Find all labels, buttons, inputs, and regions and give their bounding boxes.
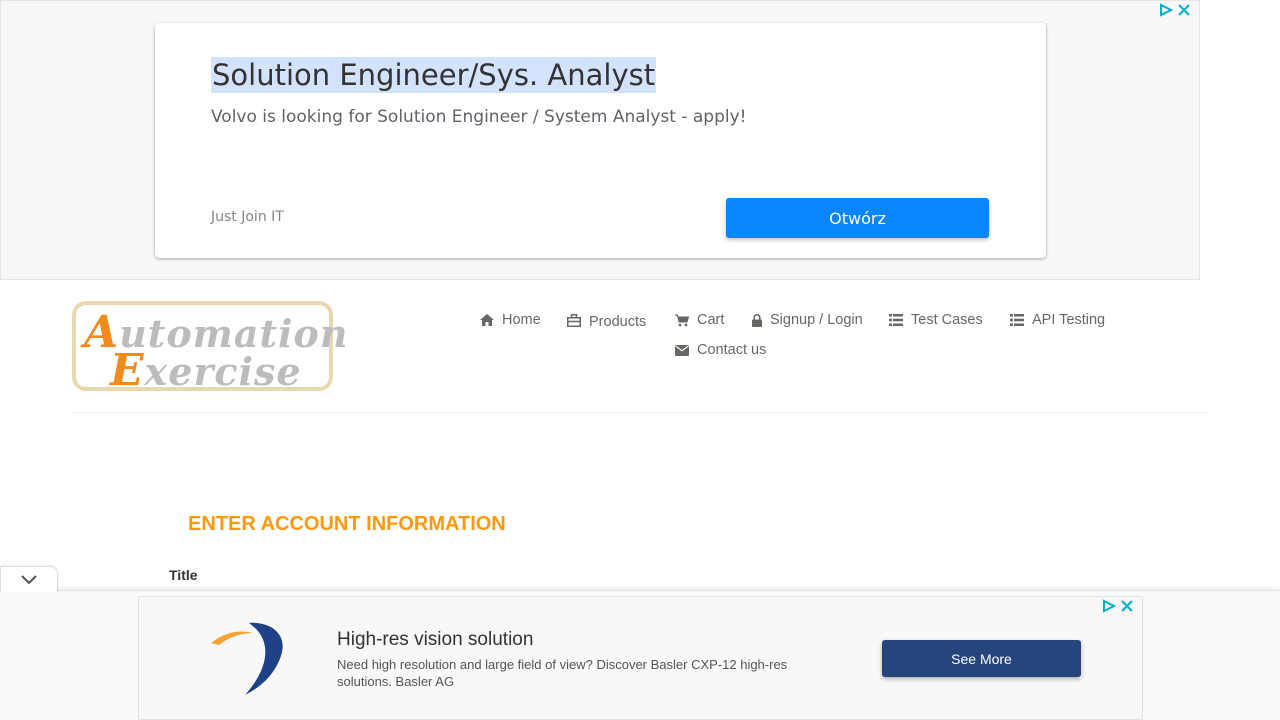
nav-home[interactable]: Home (480, 312, 541, 328)
nav-contact-us-label: Contact us (697, 342, 767, 358)
nav-products-label: Products (589, 314, 647, 330)
adchoices-play-icon[interactable] (1159, 3, 1173, 17)
nav-signup-login[interactable]: Signup / Login (752, 312, 863, 328)
nav-signup-login-label: Signup / Login (770, 312, 863, 328)
nav-cart-label: Cart (697, 312, 725, 328)
chevron-down-icon (21, 574, 37, 584)
nav-products[interactable]: Products (567, 312, 647, 330)
nav-cart[interactable]: Cart (675, 312, 724, 328)
ad-sponsor[interactable]: Just Join IT (211, 209, 284, 225)
ad-description: Volvo is looking for Solution Engineer /… (211, 107, 747, 127)
adchoices[interactable] (1159, 3, 1191, 17)
see-more-button[interactable]: See More (882, 640, 1081, 677)
site-logo[interactable]: Automation Exercise (72, 301, 347, 396)
bottom-ad-description: Need high resolution and large field of … (337, 657, 788, 689)
bottom-ad-title[interactable]: High-res vision solution (337, 629, 533, 651)
top-advertisement: Solution Engineer/Sys. Analyst Volvo is … (0, 0, 1200, 280)
nav-test-cases-label: Test Cases (911, 312, 983, 328)
nav-test-cases[interactable]: Test Cases (889, 312, 983, 328)
basler-logo-icon[interactable] (209, 621, 289, 695)
nav-contact-us[interactable]: Contact us (675, 342, 766, 358)
home-icon (480, 314, 494, 326)
title-field-label: Title (169, 567, 198, 583)
nav-home-label: Home (502, 312, 541, 328)
adchoices[interactable] (1102, 599, 1134, 613)
bottom-advertisement[interactable]: High-res vision solution Need high resol… (138, 596, 1143, 720)
nav-api-testing-label: API Testing (1032, 312, 1106, 328)
close-icon[interactable] (1120, 599, 1134, 613)
collapse-ad-toggle[interactable] (0, 566, 58, 592)
cart-icon (675, 314, 689, 326)
ad-card[interactable]: Solution Engineer/Sys. Analyst Volvo is … (155, 23, 1046, 258)
ad-open-button[interactable]: Otwórz (726, 198, 989, 238)
adchoices-play-icon[interactable] (1102, 599, 1116, 613)
nav-api-testing[interactable]: API Testing (1010, 312, 1105, 328)
briefcase-icon (567, 313, 581, 327)
close-icon[interactable] (1177, 3, 1191, 17)
logo-line-2: Exercise (110, 345, 302, 396)
ad-title[interactable]: Solution Engineer/Sys. Analyst (211, 57, 657, 93)
header-divider (70, 412, 1210, 413)
list-icon (889, 314, 903, 326)
section-title: ENTER ACCOUNT INFORMATION (188, 513, 506, 535)
envelope-icon (675, 344, 689, 356)
lock-icon (752, 313, 762, 327)
list-icon (1010, 314, 1024, 326)
